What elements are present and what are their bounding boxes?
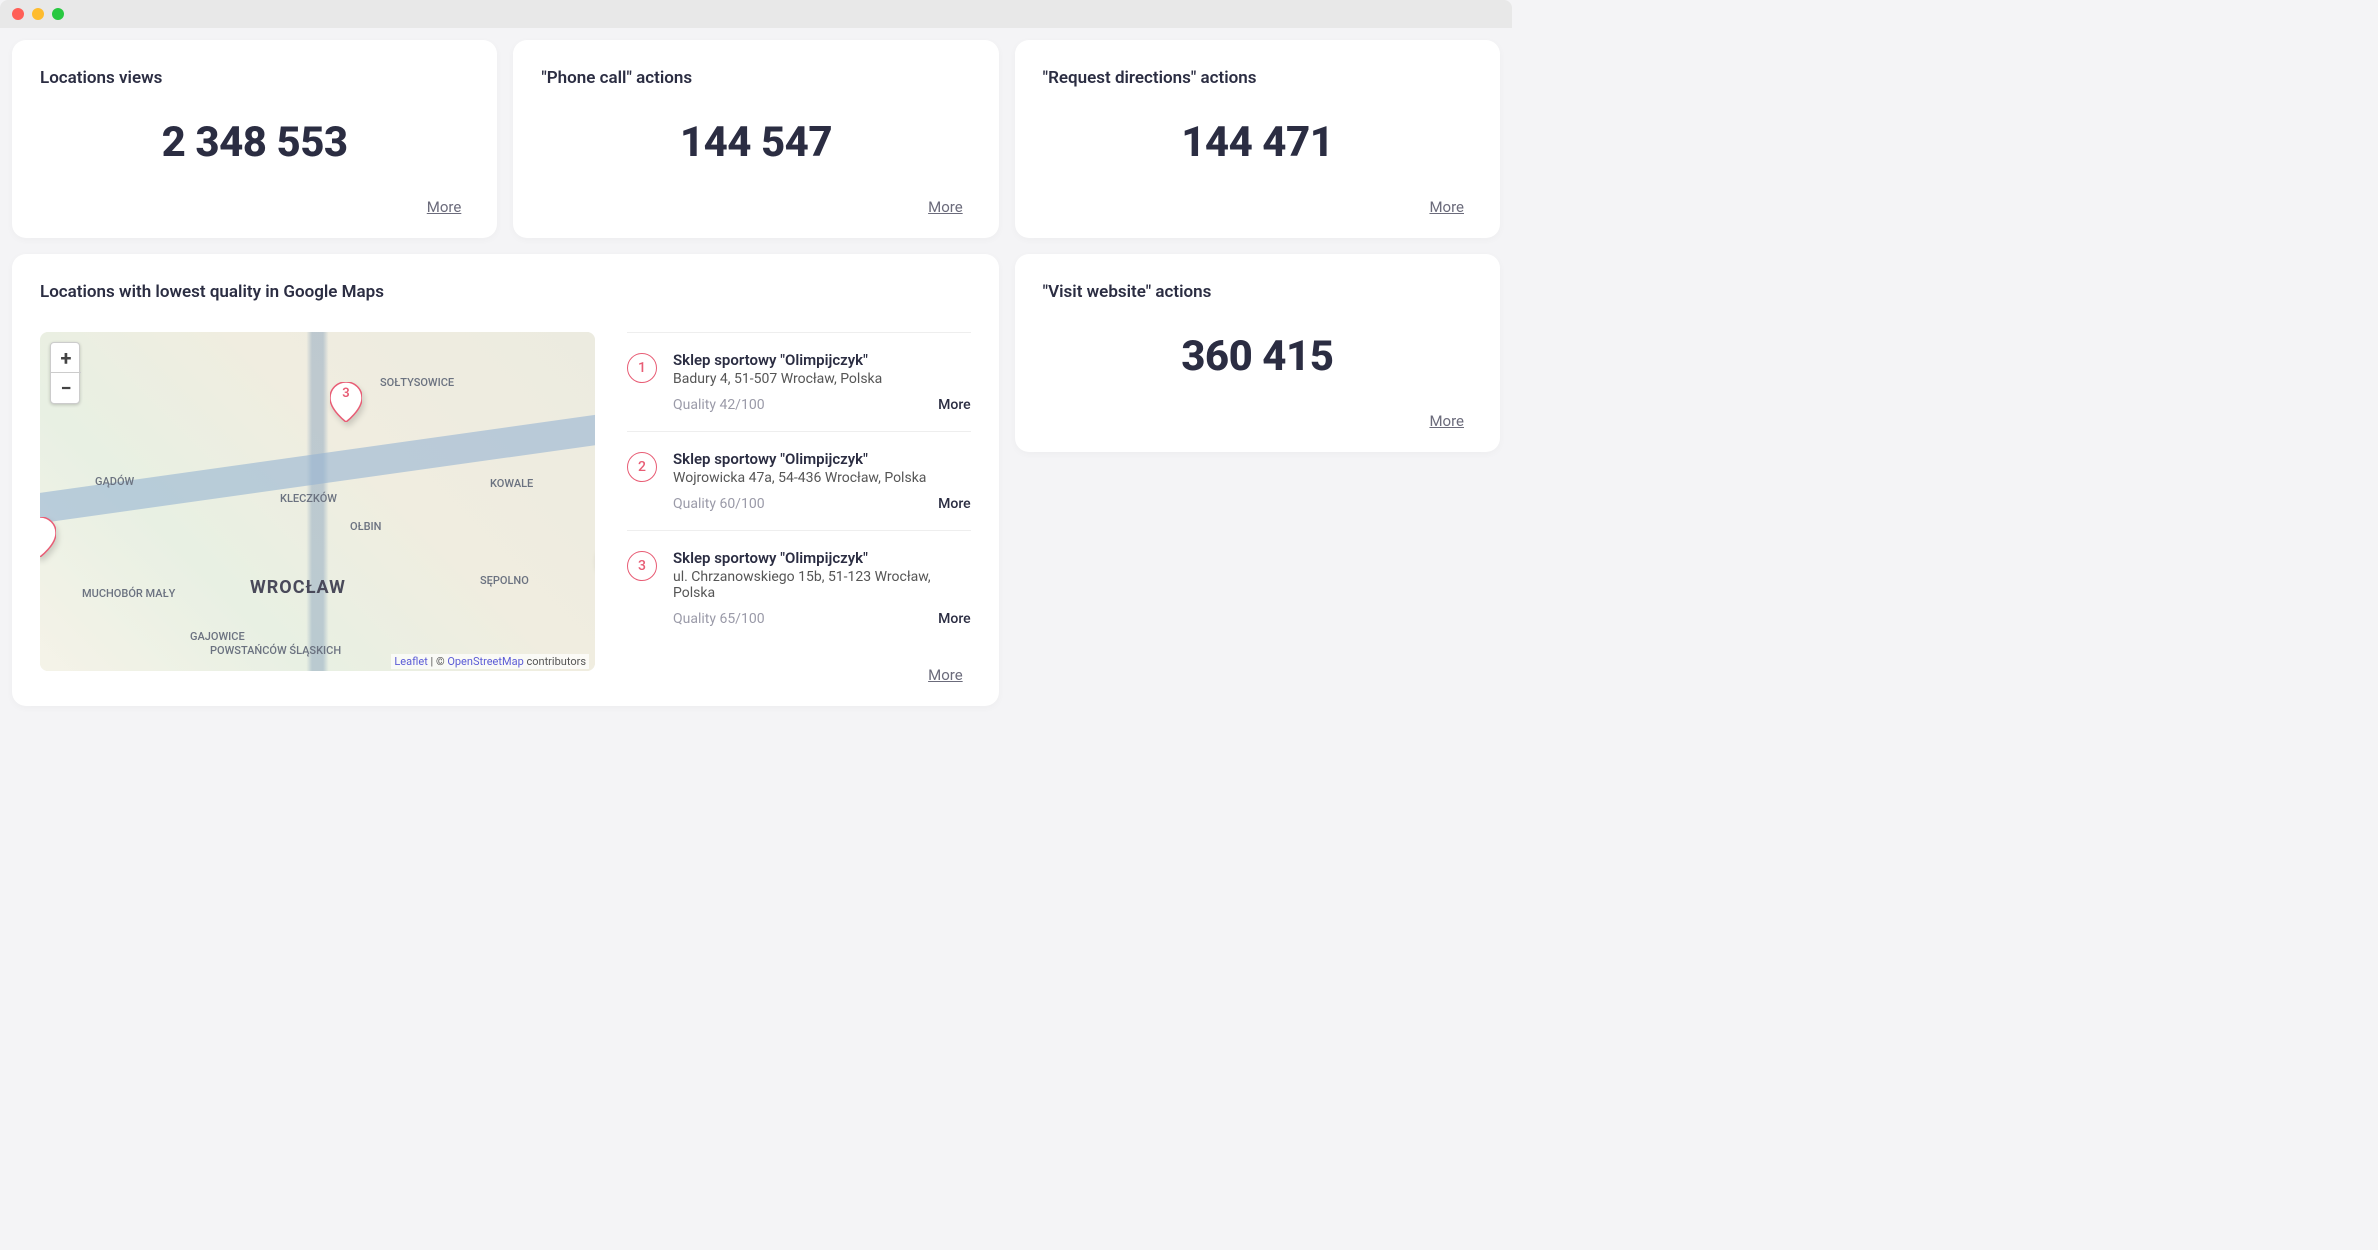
map-district-label: SOŁTYSOWICE: [380, 376, 454, 389]
location-more-link[interactable]: More: [938, 397, 971, 413]
osm-link[interactable]: OpenStreetMap: [447, 655, 523, 668]
location-name: Sklep sportowy "Olimpijczyk": [673, 351, 971, 369]
map-pin-partial[interactable]: [40, 517, 56, 557]
card-title: Locations with lowest quality in Google …: [40, 282, 971, 302]
map-district-label: MUCHOBÓR MAŁY: [82, 587, 175, 600]
more-link[interactable]: More: [920, 666, 971, 684]
dashboard-grid: Locations views 2 348 553 More "Phone ca…: [0, 28, 1512, 718]
more-link[interactable]: More: [1421, 412, 1472, 430]
card-locations-views: Locations views 2 348 553 More: [12, 40, 497, 238]
card-title: Locations views: [40, 68, 469, 88]
location-quality: Quality 42/100: [673, 397, 765, 413]
location-info: Sklep sportowy "Olimpijczyk" Badury 4, 5…: [673, 351, 971, 413]
leaflet-link[interactable]: Leaflet: [394, 655, 427, 668]
zoom-in-button[interactable]: +: [51, 343, 81, 373]
location-badge: 2: [627, 452, 657, 482]
list-item: 2 Sklep sportowy "Olimpijczyk" Wojrowick…: [627, 431, 971, 530]
map-district-label: OŁBIN: [350, 520, 381, 533]
location-name: Sklep sportowy "Olimpijczyk": [673, 450, 971, 468]
map-pin[interactable]: 3: [330, 382, 362, 422]
zoom-out-button[interactable]: −: [51, 373, 81, 403]
location-list: 1 Sklep sportowy "Olimpijczyk" Badury 4,…: [627, 332, 971, 684]
card-stat-value: 144 471: [1043, 118, 1472, 167]
map-city-label: WROCŁAW: [250, 577, 346, 598]
location-address: ul. Chrzanowskiego 15b, 51-123 Wrocław, …: [673, 569, 971, 601]
card-title: "Visit website" actions: [1043, 282, 1472, 302]
traffic-light-maximize[interactable]: [52, 8, 64, 20]
more-link[interactable]: More: [419, 198, 470, 216]
location-name: Sklep sportowy "Olimpijczyk": [673, 549, 971, 567]
location-info: Sklep sportowy "Olimpijczyk" Wojrowicka …: [673, 450, 971, 512]
map-attribution: Leaflet | © OpenStreetMap contributors: [391, 654, 589, 669]
card-visit-website-actions: "Visit website" actions 360 415 More: [1015, 254, 1500, 452]
pin-icon: [40, 517, 56, 557]
list-item: 1 Sklep sportowy "Olimpijczyk" Badury 4,…: [627, 332, 971, 431]
more-link[interactable]: More: [1421, 198, 1472, 216]
card-stat-value: 360 415: [1043, 332, 1472, 381]
map-district-label: POWSTAŃCÓW ŚLĄSKICH: [210, 644, 341, 657]
more-link[interactable]: More: [920, 198, 971, 216]
map-and-list-section: + − SOŁTYSOWICE KOWALE KLECZKÓW OŁBIN SĘ…: [40, 332, 971, 684]
traffic-light-close[interactable]: [12, 8, 24, 20]
traffic-light-minimize[interactable]: [32, 8, 44, 20]
map-district-label: KOWALE: [490, 477, 533, 490]
pin-number: 3: [330, 386, 362, 401]
card-request-directions-actions: "Request directions" actions 144 471 Mor…: [1015, 40, 1500, 238]
list-item: 3 Sklep sportowy "Olimpijczyk" ul. Chrza…: [627, 530, 971, 645]
card-lowest-quality-locations: Locations with lowest quality in Google …: [12, 254, 999, 706]
card-phone-call-actions: "Phone call" actions 144 547 More: [513, 40, 998, 238]
location-more-link[interactable]: More: [938, 496, 971, 512]
map-zoom-controls: + −: [50, 342, 80, 404]
card-stat-value: 2 348 553: [40, 118, 469, 167]
map[interactable]: + − SOŁTYSOWICE KOWALE KLECZKÓW OŁBIN SĘ…: [40, 332, 595, 671]
location-badge: 1: [627, 353, 657, 383]
map-district-label: SĘPOLNO: [480, 574, 529, 587]
location-quality: Quality 65/100: [673, 611, 765, 627]
location-quality: Quality 60/100: [673, 496, 765, 512]
map-district-label: GAJOWICE: [190, 630, 245, 643]
location-info: Sklep sportowy "Olimpijczyk" ul. Chrzano…: [673, 549, 971, 627]
location-badge: 3: [627, 551, 657, 581]
card-title: "Phone call" actions: [541, 68, 970, 88]
map-district-label: KLECZKÓW: [280, 492, 337, 505]
card-title: "Request directions" actions: [1043, 68, 1472, 88]
location-more-link[interactable]: More: [938, 611, 971, 627]
location-address: Wojrowicka 47a, 54-436 Wrocław, Polska: [673, 470, 971, 486]
window-chrome: [0, 0, 1512, 28]
card-stat-value: 144 547: [541, 118, 970, 167]
map-district-label: GĄDÓW: [95, 475, 134, 488]
location-address: Badury 4, 51-507 Wrocław, Polska: [673, 371, 971, 387]
